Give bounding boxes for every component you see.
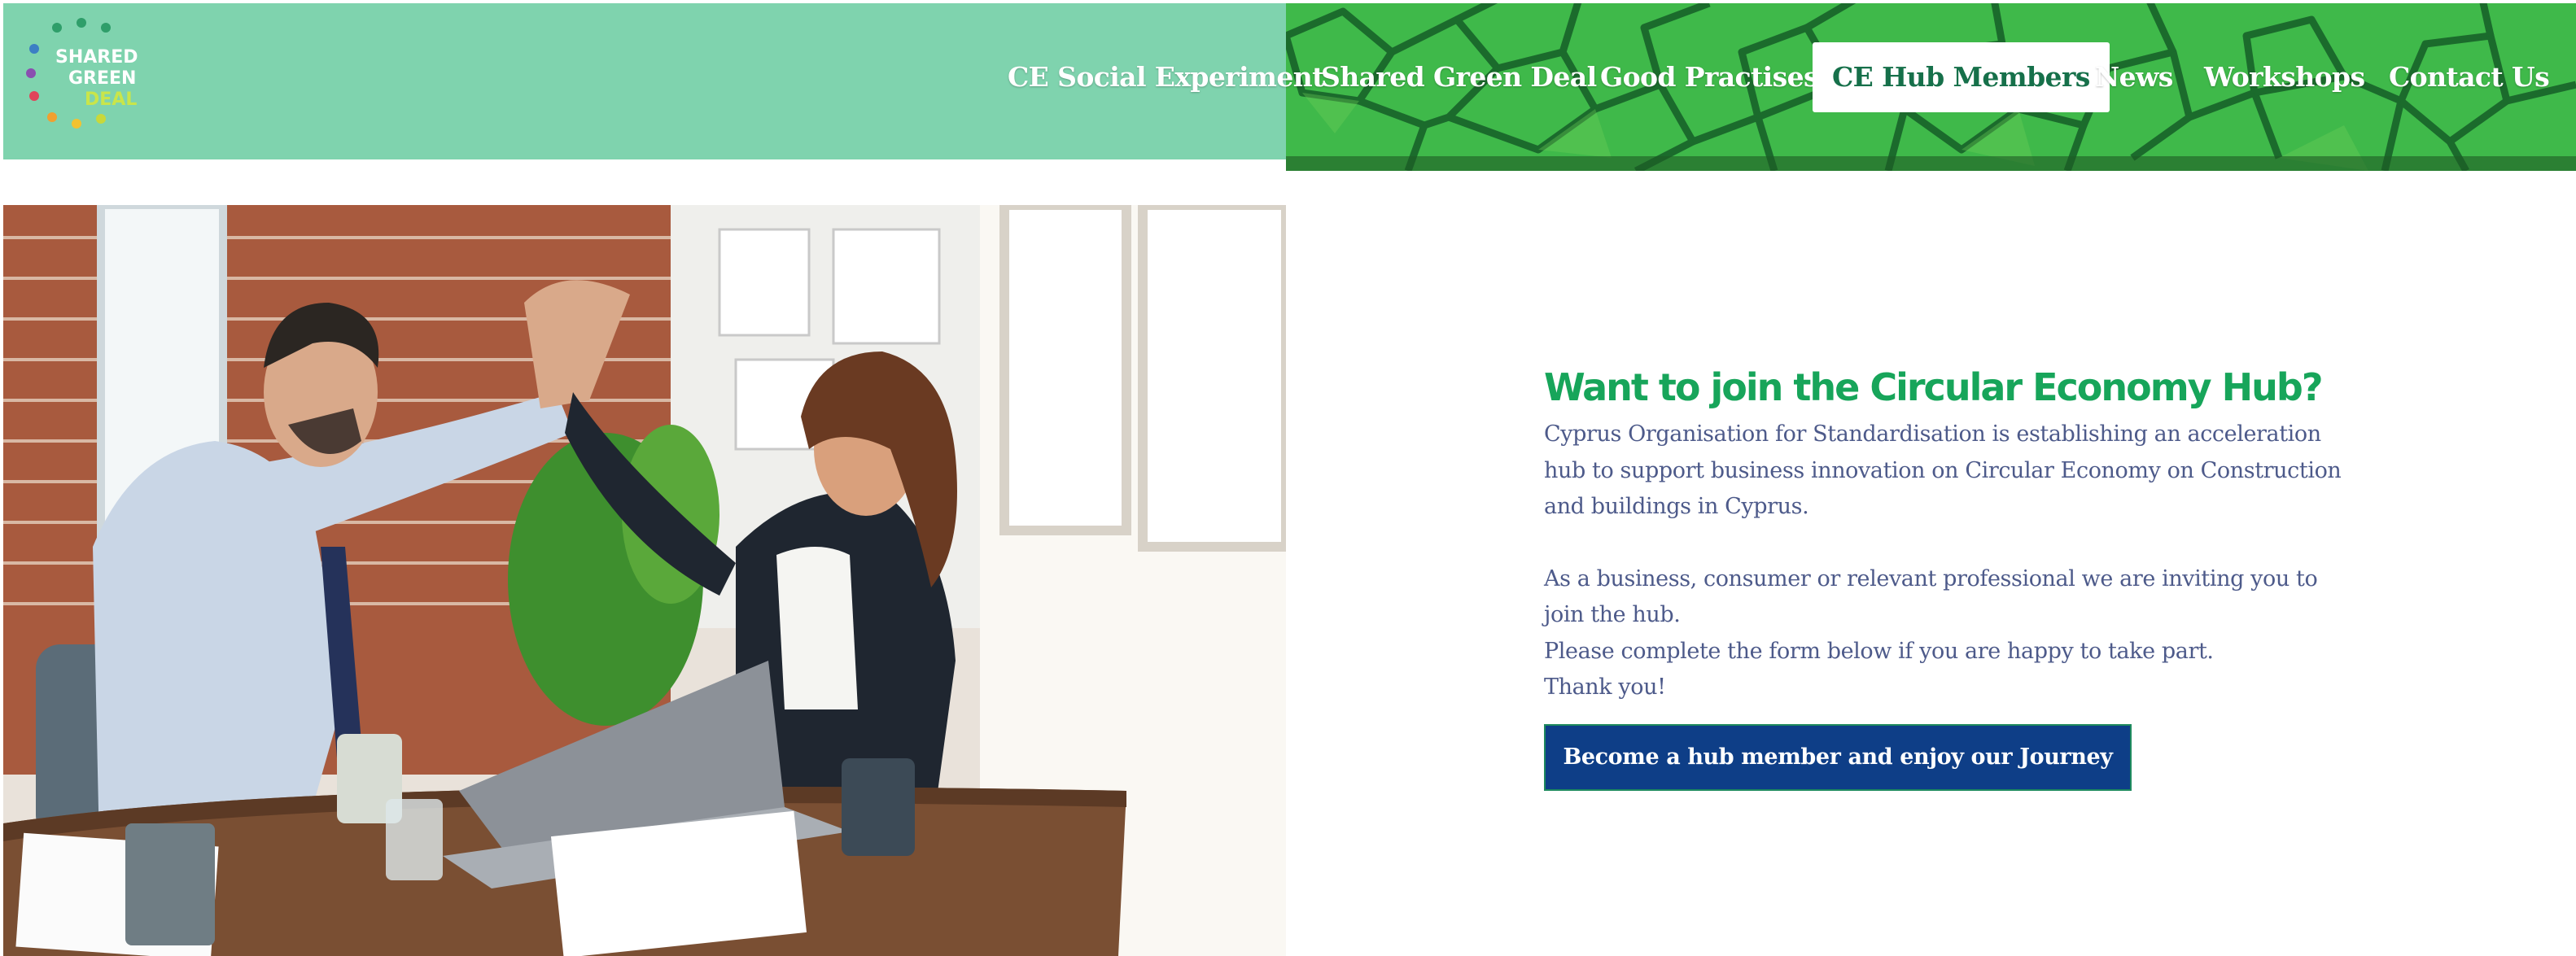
join-hub-thanks: Thank you!: [1544, 674, 1666, 700]
main-nav: CE Social Experiment Shared Green Deal G…: [0, 42, 2576, 112]
business-people-high-five-photo: [3, 205, 1286, 956]
join-hub-section: Want to join the Circular Economy Hub? C…: [1544, 358, 2358, 791]
become-hub-member-button[interactable]: Become a hub member and enjoy our Journe…: [1544, 723, 2132, 791]
join-hub-form-note: Please complete the form below if you ar…: [1544, 638, 2214, 664]
nav-item-ce-hub-members[interactable]: CE Hub Members: [1813, 42, 2110, 112]
nav-item-ce-social-experiment[interactable]: CE Social Experiment: [1008, 42, 1324, 112]
site-header: SHARED GREEN DEAL CE Social Experiment S…: [0, 0, 2576, 171]
join-hub-intro: Cyprus Organisation for Standardisation …: [1544, 421, 2342, 519]
nav-item-good-practises[interactable]: Good Practises: [1600, 42, 1819, 112]
join-hub-title: Want to join the Circular Economy Hub?: [1544, 365, 2324, 409]
join-hub-invite: As a business, consumer or relevant prof…: [1544, 565, 2318, 628]
nav-item-news[interactable]: News: [2095, 42, 2173, 112]
nav-item-shared-green-deal[interactable]: Shared Green Deal: [1321, 42, 1597, 112]
nav-item-workshops[interactable]: Workshops: [2204, 42, 2365, 112]
nav-item-contact-us[interactable]: Contact Us: [2389, 42, 2550, 112]
photo-illustration: [3, 205, 1286, 956]
